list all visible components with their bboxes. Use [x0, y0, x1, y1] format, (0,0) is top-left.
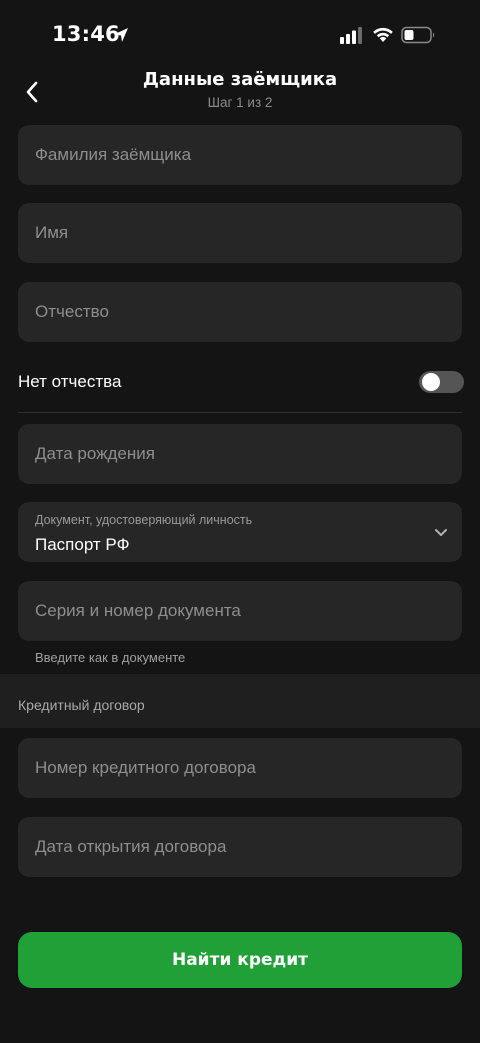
- document-number-hint: Введите как в документе: [35, 650, 186, 665]
- document-type-label: Документ, удостоверяющий личность: [35, 513, 253, 527]
- cellular-signal-icon: [340, 27, 362, 44]
- document-number-field[interactable]: Серия и номер документа: [18, 581, 462, 641]
- find-credit-button-label: Найти кредит: [171, 950, 309, 970]
- contract-date-placeholder: Дата открытия договора: [35, 837, 227, 856]
- wifi-icon: [373, 27, 393, 42]
- contract-date-field[interactable]: Дата открытия договора: [18, 817, 462, 877]
- last-name-placeholder: Фамилия заёмщика: [35, 145, 192, 164]
- contract-number-placeholder: Номер кредитного договора: [35, 758, 256, 777]
- last-name-field[interactable]: Фамилия заёмщика: [18, 125, 462, 185]
- credit-section-title: Кредитный договор: [18, 697, 145, 713]
- document-type-value: Паспорт РФ: [35, 535, 130, 554]
- battery-icon: [401, 26, 435, 44]
- status-time: 13:46: [52, 22, 120, 46]
- find-credit-button[interactable]: Найти кредит: [18, 932, 462, 988]
- no-patronymic-toggle[interactable]: [419, 371, 464, 393]
- birth-date-field[interactable]: Дата рождения: [18, 424, 462, 484]
- first-name-placeholder: Имя: [35, 223, 69, 242]
- page-title: Данные заёмщика: [142, 69, 338, 90]
- patronymic-placeholder: Отчество: [35, 302, 109, 321]
- patronymic-field[interactable]: Отчество: [18, 282, 462, 342]
- chevron-down-icon: [435, 529, 447, 536]
- divider: [18, 412, 462, 413]
- location-arrow-icon: [114, 28, 128, 42]
- first-name-field[interactable]: Имя: [18, 203, 462, 263]
- document-number-placeholder: Серия и номер документа: [35, 601, 241, 620]
- status-bar: 13:46: [0, 0, 480, 70]
- document-type-select[interactable]: Документ, удостоверяющий личность Паспор…: [18, 502, 462, 562]
- no-patronymic-label: Нет отчества: [18, 372, 122, 391]
- birth-date-placeholder: Дата рождения: [35, 444, 155, 463]
- toggle-knob: [422, 373, 440, 391]
- step-indicator: Шаг 1 из 2: [207, 95, 273, 110]
- contract-number-field[interactable]: Номер кредитного договора: [18, 738, 462, 798]
